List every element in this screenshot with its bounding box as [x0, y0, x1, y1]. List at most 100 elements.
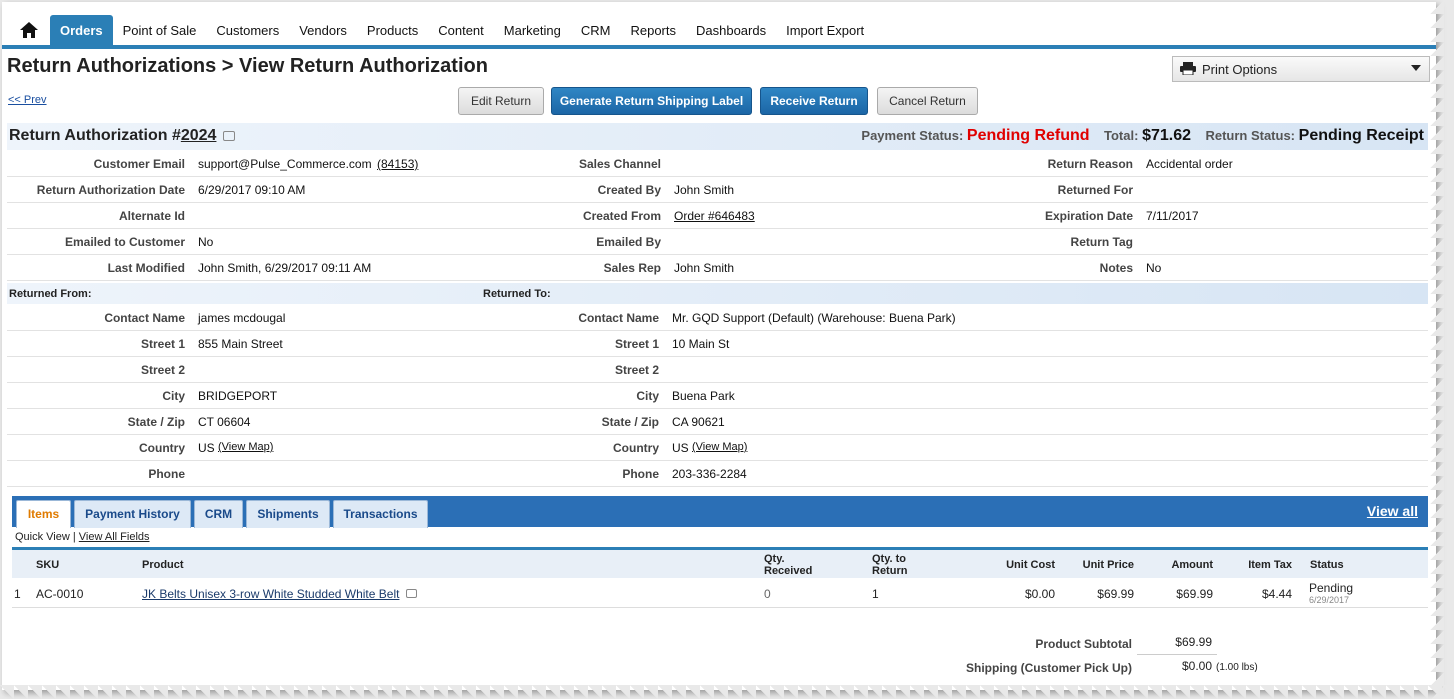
nav-item-dashboards[interactable]: Dashboards	[686, 15, 776, 45]
order-link[interactable]: Order #646483	[674, 209, 755, 223]
tab-transactions[interactable]: Transactions	[333, 500, 428, 528]
view-map-link[interactable]: (View Map)	[218, 441, 273, 453]
edit-return-button[interactable]: Edit Return	[458, 87, 544, 115]
tab-crm[interactable]: CRM	[194, 500, 243, 528]
nav-item-crm[interactable]: CRM	[571, 15, 621, 45]
generate-shipping-label-button[interactable]: Generate Return Shipping Label	[551, 87, 752, 115]
detail-label: Expiration Date	[1044, 209, 1133, 223]
product-subtotal-label: Product Subtotal	[1035, 637, 1132, 651]
address-label: Contact Name	[578, 311, 659, 325]
status-date: 6/29/2017	[1309, 595, 1350, 605]
address-label: Street 2	[140, 363, 185, 377]
items-table-header: SKU Product Qty. Received Qty. to Return Uni…	[12, 550, 1428, 578]
nav-item-products[interactable]: Products	[357, 15, 428, 45]
detail-row: Emailed to Customer No Emailed By Return Ta…	[7, 228, 1428, 255]
product-link[interactable]: JK Belts Unisex 3-row White Studded Whit…	[142, 587, 399, 601]
amount-cell: $69.99	[1176, 587, 1213, 601]
shipping-value: $0.00	[1181, 659, 1212, 673]
item-tax-cell: $4.44	[1261, 587, 1292, 601]
nav-item-point-of-sale[interactable]: Point of Sale	[113, 15, 207, 45]
quick-view-bar: Quick View | View All Fields	[15, 531, 150, 543]
cancel-return-button[interactable]: Cancel Return	[877, 87, 978, 115]
tab-shipments[interactable]: Shipments	[246, 500, 330, 528]
detail-label: Return Authorization Date	[36, 183, 185, 197]
comment-icon[interactable]	[406, 589, 417, 598]
tab-payment-history[interactable]: Payment History	[74, 500, 191, 528]
app-window: Orders Point of Sale Customers Vendors Produ…	[2, 2, 1436, 690]
address-row: Street 2 Street 2	[7, 356, 1428, 383]
ra-number-link[interactable]: 2024	[181, 127, 217, 144]
returned-to-label: Returned To:	[483, 288, 551, 300]
returned-to-value: 10 Main St	[672, 337, 730, 351]
returned-to-value: Mr. GQD Support (Default) (Warehouse: Bu…	[672, 311, 956, 325]
tab-strip: Items Payment History CRM Shipments Transact…	[12, 496, 1428, 528]
detail-label: Created By	[597, 183, 661, 197]
column-header: Qty. Received	[764, 553, 813, 577]
detail-row: Return Authorization Date 6/29/2017 09:10…	[7, 176, 1428, 203]
shipping-label: Shipping (Customer Pick Up)	[965, 661, 1132, 675]
nav-item-orders[interactable]: Orders	[50, 15, 113, 45]
home-icon[interactable]	[10, 17, 48, 43]
payment-status-label: Payment Status:	[861, 128, 964, 143]
returned-to-value: US	[672, 441, 689, 455]
returned-from-value: CT 06604	[198, 415, 251, 429]
tab-items[interactable]: Items	[16, 500, 71, 528]
unit-cost-cell: $0.00	[1024, 587, 1055, 601]
detail-label: Return Tag	[1070, 235, 1133, 249]
nav-item-marketing[interactable]: Marketing	[494, 15, 571, 45]
nav-item-customers[interactable]: Customers	[206, 15, 289, 45]
address-row: Phone Phone 203-336-2284	[7, 460, 1428, 487]
status-cell: Pending	[1309, 581, 1354, 595]
detail-value: 6/29/2017 09:10 AM	[198, 183, 306, 197]
detail-value: 7/11/2017	[1146, 209, 1199, 223]
ra-title-prefix: Return Authorization #	[9, 127, 181, 144]
view-all-fields-link[interactable]: View All Fields	[79, 531, 150, 543]
returned-from-value: james mcdougal	[198, 311, 286, 325]
view-map-link[interactable]: (View Map)	[692, 441, 747, 453]
detail-value: No	[1146, 261, 1162, 275]
ra-title: Return Authorization #2024	[9, 127, 216, 145]
comment-icon[interactable]	[223, 131, 235, 141]
print-options-dropdown[interactable]: Print Options	[1172, 56, 1430, 82]
detail-label: Returned For	[1057, 183, 1133, 197]
sku-cell: AC-0010	[36, 587, 84, 601]
customer-id-link[interactable]: (84153)	[377, 157, 418, 171]
column-header: Status	[1310, 559, 1344, 571]
unit-price-cell: $69.99	[1097, 587, 1134, 601]
returned-to-value: 203-336-2284	[672, 467, 747, 481]
printer-icon	[1180, 62, 1196, 76]
column-header: Amount	[1171, 559, 1213, 571]
address-row: Contact Name james mcdougal Contact Name Mr…	[7, 304, 1428, 331]
view-all-link[interactable]: View all	[1367, 503, 1418, 519]
returned-from-value: BRIDGEPORT	[198, 389, 278, 403]
detail-label: Sales Channel	[578, 157, 661, 171]
address-label: Contact Name	[104, 311, 185, 325]
nav-item-vendors[interactable]: Vendors	[289, 15, 357, 45]
address-label: City	[162, 389, 185, 403]
prev-link[interactable]: << Prev	[8, 94, 47, 106]
returned-from-label: Returned From:	[9, 288, 92, 300]
detail-label: Return Reason	[1047, 157, 1133, 171]
shipping-weight: (1.00 lbs)	[1216, 662, 1258, 673]
nav-item-reports[interactable]: Reports	[620, 15, 686, 45]
total-label: Total:	[1104, 128, 1139, 143]
detail-row: Last Modified John Smith, 6/29/2017 09:11…	[7, 254, 1428, 281]
payment-status-value: Pending Refund	[966, 127, 1090, 144]
address-label: City	[636, 389, 659, 403]
row-index: 1	[14, 587, 21, 601]
subtotal-divider	[1137, 654, 1217, 655]
receive-return-button[interactable]: Receive Return	[760, 87, 868, 115]
detail-label: Emailed By	[596, 235, 661, 249]
returned-from-value: 855 Main Street	[198, 337, 283, 351]
torn-edge-right	[1430, 0, 1444, 699]
column-header: Unit Price	[1082, 559, 1134, 571]
returned-from-value: US	[198, 441, 215, 455]
address-label: State / Zip	[127, 415, 185, 429]
nav-item-content[interactable]: Content	[428, 15, 494, 45]
detail-value: John Smith	[674, 261, 735, 275]
column-header: Product	[142, 559, 184, 571]
column-header: Item Tax	[1248, 559, 1292, 571]
return-status-value: Pending Receipt	[1298, 127, 1424, 144]
return-status-label: Return Status:	[1205, 128, 1296, 143]
nav-item-import-export[interactable]: Import Export	[776, 15, 874, 45]
